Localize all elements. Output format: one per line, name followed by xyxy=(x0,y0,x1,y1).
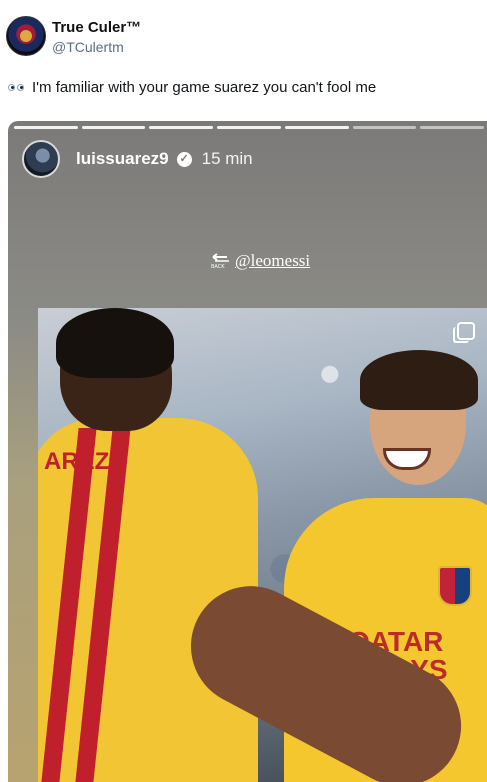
story-progress-segment xyxy=(81,126,146,129)
story-progress-bar xyxy=(14,126,485,129)
story-progress-segment xyxy=(149,126,214,129)
story-progress-segment xyxy=(217,126,281,129)
back-label: BACK xyxy=(211,263,225,270)
tweet-text: I'm familiar with your game suarez you c… xyxy=(8,78,376,98)
story-progress-segment xyxy=(284,126,349,129)
club-crest-icon xyxy=(438,566,472,606)
shirt-name-text: AREZ xyxy=(44,448,110,475)
tweet-body: I'm familiar with your game suarez you c… xyxy=(32,79,377,96)
multiple-photos-icon[interactable] xyxy=(453,322,475,343)
story-progress-segment xyxy=(420,126,485,129)
back-arrow-icon: BACK xyxy=(211,252,231,270)
player-right-hair xyxy=(360,350,478,410)
account-name-block[interactable]: True Culer™ @TCulertm xyxy=(52,18,141,56)
verified-check-icon: ✓ xyxy=(176,151,192,167)
mention-link[interactable]: @leomessi xyxy=(235,251,310,271)
story-progress-segment xyxy=(14,126,78,129)
story-username[interactable]: luissuarez9 xyxy=(76,149,169,169)
story-timestamp: 15 min xyxy=(201,149,253,168)
story-avatar[interactable] xyxy=(22,140,60,178)
account-avatar[interactable] xyxy=(6,16,46,56)
mention-sticker[interactable]: BACK @leomessi xyxy=(211,251,310,271)
tweet-header: True Culer™ @TCulertm xyxy=(6,16,476,60)
instagram-story-screenshot[interactable]: luissuarez9 ✓ 15 min BACK @leomessi AREZ… xyxy=(8,121,487,782)
eyes-emoji-icon xyxy=(8,83,26,93)
story-progress-segment xyxy=(352,126,417,129)
player-left-hair xyxy=(56,308,174,378)
display-name[interactable]: True Culer™ xyxy=(52,18,141,38)
story-photo: AREZ OATAR RWAYS xyxy=(38,308,487,782)
account-handle[interactable]: @TCulertm xyxy=(52,38,141,56)
story-user-row[interactable]: luissuarez9 ✓ 15 min xyxy=(22,139,253,179)
